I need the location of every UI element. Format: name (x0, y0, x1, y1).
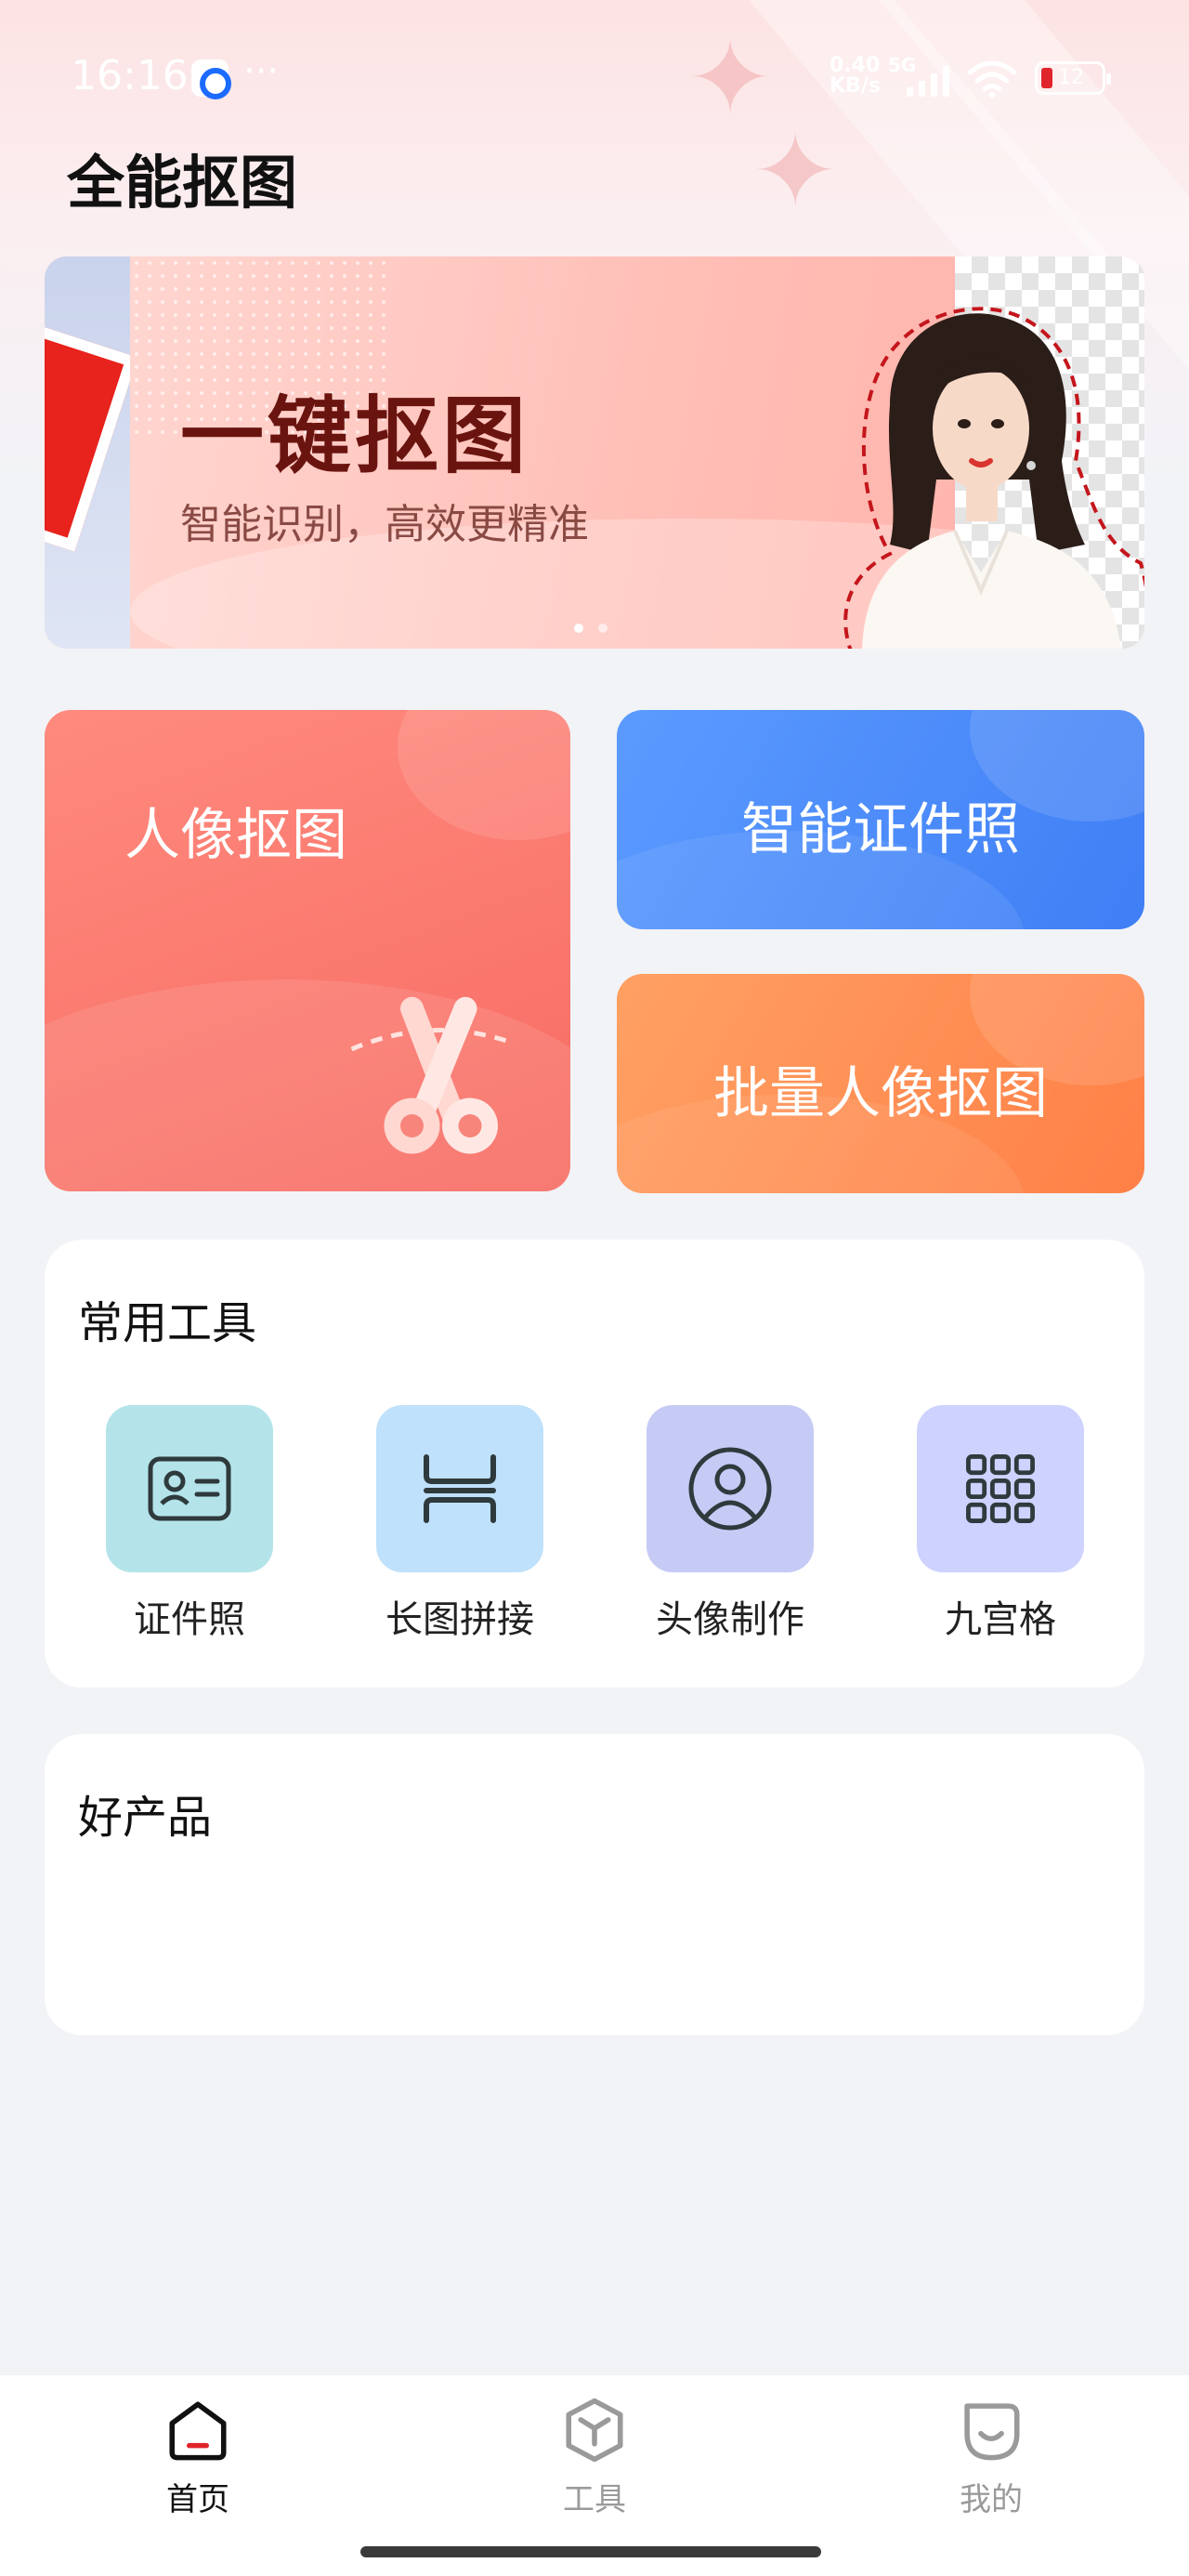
more-notifications-icon: ··· (243, 50, 280, 93)
nav-profile[interactable]: 我的 (898, 2396, 1084, 2519)
tool-nine-grid-label: 九宫格 (945, 1598, 1056, 1641)
nav-home-label: 首页 (166, 2481, 229, 2518)
network-speed-unit: KB/s (830, 74, 881, 98)
status-time: 16:16 (71, 52, 189, 99)
network-speed-value: 0.40 (830, 54, 881, 77)
batch-portrait-cutout-label: 批量人像抠图 (713, 1061, 1048, 1126)
network-speed: 0.40 KB/s (830, 56, 881, 97)
tool-long-image-stitch-label: 长图拼接 (385, 1598, 534, 1641)
nav-home[interactable]: 首页 (105, 2396, 291, 2519)
battery-icon: 12 (1035, 61, 1111, 95)
smart-id-photo-card[interactable]: 智能证件照 (617, 710, 1144, 929)
tool-nine-grid[interactable]: 九宫格 (908, 1405, 1093, 1643)
grid-icon (966, 1454, 1035, 1523)
wifi-icon (967, 60, 1017, 99)
battery-level: 12 (1058, 66, 1084, 89)
home-indicator[interactable] (360, 2546, 821, 2557)
smart-id-photo-label: 智能证件照 (741, 797, 1020, 862)
tools-box-icon (566, 2398, 623, 2463)
common-tools-panel: 常用工具 证件照 长图拼接 头像制作 九宫格 (45, 1240, 1144, 1688)
tool-avatar-maker-label: 头像制作 (656, 1598, 804, 1641)
signal-icon (907, 66, 949, 97)
tool-id-photo[interactable]: 证件照 (97, 1405, 282, 1643)
banner-subtitle: 智能识别，高效更精准 (180, 501, 589, 548)
carousel-indicator (574, 619, 622, 637)
scissors-icon (350, 996, 516, 1154)
nav-tools[interactable]: 工具 (502, 2396, 687, 2519)
portrait-cutout-card[interactable]: 人像抠图 (45, 710, 570, 1191)
common-tools-title: 常用工具 (78, 1297, 257, 1349)
nav-tools-label: 工具 (563, 2481, 626, 2518)
home-icon (169, 2401, 227, 2461)
good-products-panel: 好产品 (45, 1734, 1144, 2035)
long-image-stitch-icon (424, 1454, 496, 1523)
batch-portrait-cutout-card[interactable]: 批量人像抠图 (617, 974, 1144, 1193)
page-title: 全能抠图 (67, 149, 298, 217)
banner-title: 一键抠图 (180, 388, 529, 485)
tool-avatar-maker[interactable]: 头像制作 (637, 1405, 823, 1643)
portrait-cutout-label: 人像抠图 (124, 803, 347, 868)
nav-profile-label: 我的 (960, 2481, 1023, 2518)
profile-icon (964, 2403, 1020, 2461)
previous-banner-peek (45, 256, 130, 649)
tool-id-photo-label: 证件照 (134, 1598, 245, 1641)
promo-banner[interactable]: 一键抠图 智能识别，高效更精准 (45, 256, 1144, 649)
id-card-icon (148, 1456, 231, 1521)
status-bar: 16:16 ··· 0.40 KB/s 5G 12 (0, 0, 1189, 149)
portrait-cutout-illustration (843, 307, 1144, 649)
avatar-icon (688, 1447, 772, 1531)
app-notification-icon (191, 59, 231, 99)
tool-long-image-stitch[interactable]: 长图拼接 (367, 1405, 553, 1643)
good-products-title: 好产品 (78, 1792, 213, 1844)
